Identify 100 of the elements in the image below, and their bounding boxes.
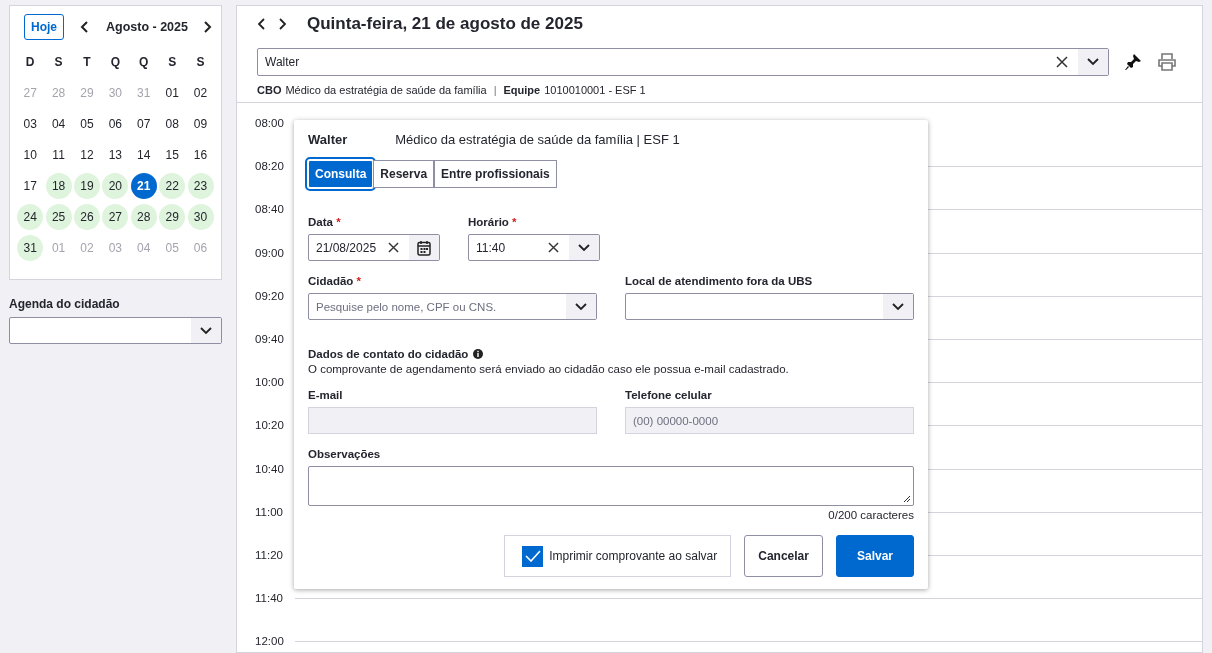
cancel-button[interactable]: Cancelar	[744, 535, 823, 577]
weekday-label: S	[195, 53, 206, 71]
calendar-day[interactable]: 09	[187, 110, 214, 137]
next-day-icon[interactable]	[277, 17, 287, 31]
time-label: 09:40	[255, 332, 284, 346]
calendar-day[interactable]: 19	[73, 172, 100, 199]
calendar-day[interactable]: 26	[73, 203, 100, 230]
calendar-day[interactable]: 18	[45, 172, 72, 199]
team-value: 1010010001 - ESF 1	[544, 84, 646, 96]
calendar-day[interactable]: 02	[187, 79, 214, 106]
calendar-day[interactable]: 07	[130, 110, 157, 137]
calendar-day[interactable]: 31	[17, 234, 44, 261]
citizen-select[interactable]: Pesquise pelo nome, CPF ou CNS.	[308, 293, 597, 320]
calendar-day[interactable]: 24	[17, 203, 44, 230]
today-button[interactable]: Hoje	[24, 14, 64, 40]
calendar-day[interactable]: 23	[187, 172, 214, 199]
save-button[interactable]: Salvar	[835, 535, 914, 577]
calendar-day[interactable]: 12	[73, 141, 100, 168]
clear-icon[interactable]	[388, 242, 399, 253]
field-label: Telefone celular	[625, 389, 713, 401]
dropdown-button[interactable]	[883, 294, 913, 319]
calendar-day[interactable]: 21	[130, 172, 157, 199]
time-label: 10:40	[255, 462, 284, 476]
resize-handle-icon[interactable]	[903, 495, 911, 503]
character-counter: 0/200 caracteres	[828, 509, 914, 521]
calendar-day[interactable]: 25	[45, 203, 72, 230]
field-label: E-mail	[308, 389, 344, 401]
calendar-day[interactable]: 30	[187, 203, 214, 230]
cbo-value: Médico da estratégia de saúde da família	[285, 84, 487, 96]
dropdown-button[interactable]	[566, 294, 596, 319]
calendar-icon	[417, 239, 431, 256]
print-icon[interactable]	[1157, 52, 1177, 72]
calendar-day[interactable]: 08	[159, 110, 186, 137]
time-label: 08:20	[255, 160, 284, 174]
dropdown-button[interactable]	[1078, 49, 1108, 75]
previous-day-icon[interactable]	[257, 17, 267, 31]
field-label: Cidadão *	[308, 275, 363, 287]
section-heading: Dados de contato do cidadão	[308, 348, 469, 360]
chevron-down-icon	[578, 243, 590, 252]
time-label: 11:00	[255, 505, 283, 519]
date-title: Quinta-feira, 21 de agosto de 2025	[307, 14, 583, 34]
type-tab[interactable]: Reserva	[373, 160, 435, 188]
next-month-icon[interactable]	[202, 20, 212, 34]
weekday-label: Q	[109, 53, 122, 71]
time-label: 12:00	[255, 635, 284, 649]
calendar-day[interactable]: 01	[159, 79, 186, 106]
time-label: 08:00	[255, 117, 284, 130]
previous-month-icon[interactable]	[80, 20, 90, 34]
calendar-day[interactable]: 29	[159, 203, 186, 230]
info-icon[interactable]	[473, 349, 484, 359]
checkbox[interactable]	[522, 545, 544, 567]
clear-icon[interactable]	[1056, 56, 1068, 68]
calendar-day[interactable]: 11	[45, 141, 72, 168]
professional-role: Médico da estratégia de saúde da família | ESF 1	[395, 132, 680, 147]
calendar-day[interactable]: 22	[159, 172, 186, 199]
calendar-button[interactable]	[409, 235, 439, 260]
separator: |	[493, 84, 497, 96]
checkbox-label: Imprimir comprovante ao salvar	[549, 549, 718, 563]
calendar-day[interactable]: 06	[102, 110, 129, 137]
clear-icon[interactable]	[548, 242, 559, 253]
email-field[interactable]	[308, 407, 597, 434]
calendar-day[interactable]: 05	[73, 110, 100, 137]
calendar-day[interactable]: 03	[17, 110, 44, 137]
calendar-day[interactable]: 17	[17, 172, 44, 199]
calendar-day[interactable]: 16	[187, 141, 214, 168]
dropdown-button[interactable]	[191, 318, 221, 343]
professional-select[interactable]: Walter	[257, 48, 1109, 76]
time-label: 08:40	[255, 203, 284, 217]
field-label: Agenda do cidadão	[9, 297, 121, 311]
calendar-day[interactable]: 04	[45, 110, 72, 137]
weekday-label: T	[82, 53, 92, 71]
calendar-day[interactable]: 10	[17, 141, 44, 168]
calendar-day[interactable]: 13	[102, 141, 129, 168]
type-tab[interactable]: Entre profissionais	[434, 160, 557, 188]
time-label: 11:20	[255, 548, 283, 562]
time-label: 10:20	[255, 419, 284, 433]
weekday-label: Q	[138, 53, 150, 71]
pin-icon[interactable]	[1123, 52, 1143, 72]
date-field[interactable]: 21/08/2025	[308, 234, 440, 261]
dropdown-button[interactable]	[569, 235, 599, 260]
calendar-day[interactable]: 28	[130, 203, 157, 230]
calendar-day[interactable]: 14	[130, 141, 157, 168]
weekday-label: D	[24, 53, 36, 71]
print-receipt-option[interactable]: Imprimir comprovante ao salvar	[504, 535, 732, 577]
calendar-day[interactable]: 15	[159, 141, 186, 168]
field-label: Observações	[308, 448, 382, 460]
type-tab[interactable]: Consulta	[308, 160, 374, 188]
time-label: 09:20	[255, 289, 284, 303]
time-select[interactable]: 11:40	[468, 234, 600, 261]
contact-note: O comprovante de agendamento será enviado ao cidadão caso ele possua e-mail cadastrado.	[308, 363, 790, 375]
calendar-day[interactable]: 20	[102, 172, 129, 199]
professional-name: Walter	[308, 132, 348, 147]
team-label: Equipe	[503, 84, 541, 96]
field-label: Data *	[308, 216, 342, 228]
calendar-day[interactable]: 27	[102, 203, 129, 230]
cbo-label: CBO	[257, 84, 282, 96]
weekday-label: S	[53, 53, 64, 71]
time-label: 09:00	[255, 246, 284, 260]
phone-field[interactable]: (00) 00000-0000	[625, 407, 914, 434]
chevron-down-icon	[892, 302, 904, 311]
